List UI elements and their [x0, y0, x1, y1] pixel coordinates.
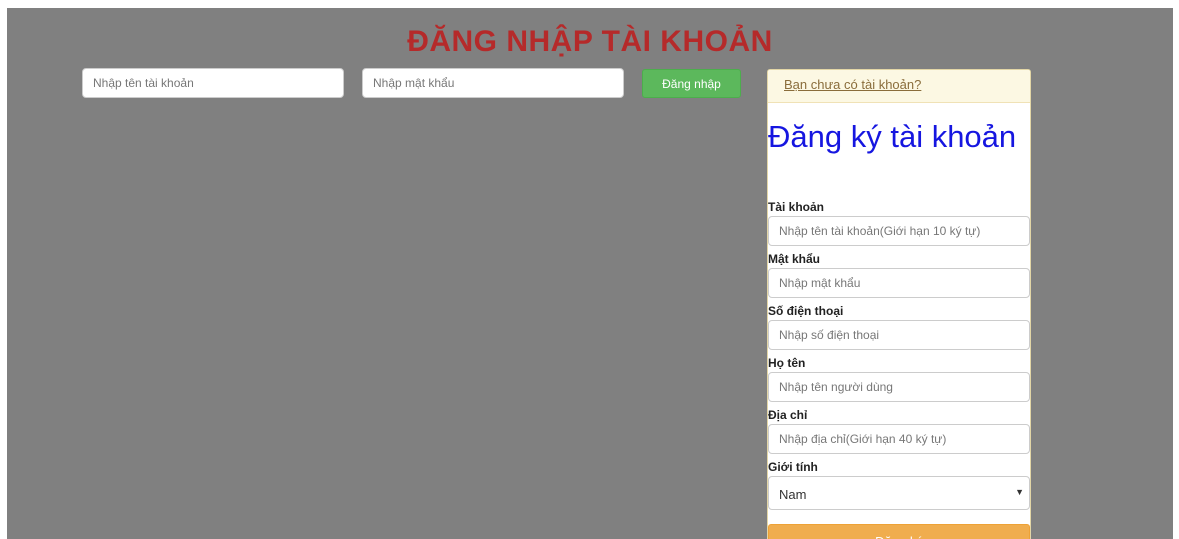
- register-password-label: Mật khẩu: [768, 252, 821, 266]
- register-phone-input[interactable]: [768, 320, 1030, 350]
- register-gender-select[interactable]: Nam ▼: [768, 476, 1030, 510]
- register-password-input[interactable]: [768, 268, 1030, 298]
- register-button[interactable]: Đăng ký: [768, 524, 1030, 539]
- register-address-input[interactable]: [768, 424, 1030, 454]
- register-address-label: Địa chỉ: [768, 408, 808, 422]
- login-button[interactable]: Đăng nhập: [642, 69, 741, 98]
- caret-down-icon: ▼: [1015, 487, 1024, 497]
- register-title: Đăng ký tài khoản: [768, 119, 1017, 154]
- register-fullname-input[interactable]: [768, 372, 1030, 402]
- register-phone-label: Số điện thoại: [768, 304, 844, 318]
- register-gender-label: Giới tính: [768, 460, 818, 474]
- register-prompt-link[interactable]: Bạn chưa có tài khoản?: [784, 77, 921, 92]
- register-fullname-label: Họ tên: [768, 356, 806, 370]
- register-username-label: Tài khoản: [768, 200, 825, 214]
- register-username-input[interactable]: [768, 216, 1030, 246]
- register-panel-header: Bạn chưa có tài khoản?: [768, 70, 1030, 103]
- register-panel: Bạn chưa có tài khoản? Đăng ký tài khoản…: [767, 69, 1031, 539]
- register-form: Tài khoản Mật khẩu Số điện thoại Họ tên …: [768, 198, 1030, 510]
- login-password-input[interactable]: [362, 68, 624, 98]
- page-background: ĐĂNG NHẬP TÀI KHOẢN Đăng nhập Bạn chưa c…: [7, 8, 1173, 539]
- page-title: ĐĂNG NHẬP TÀI KHOẢN: [407, 25, 773, 58]
- login-username-input[interactable]: [82, 68, 344, 98]
- gender-selected-value: Nam: [779, 487, 807, 502]
